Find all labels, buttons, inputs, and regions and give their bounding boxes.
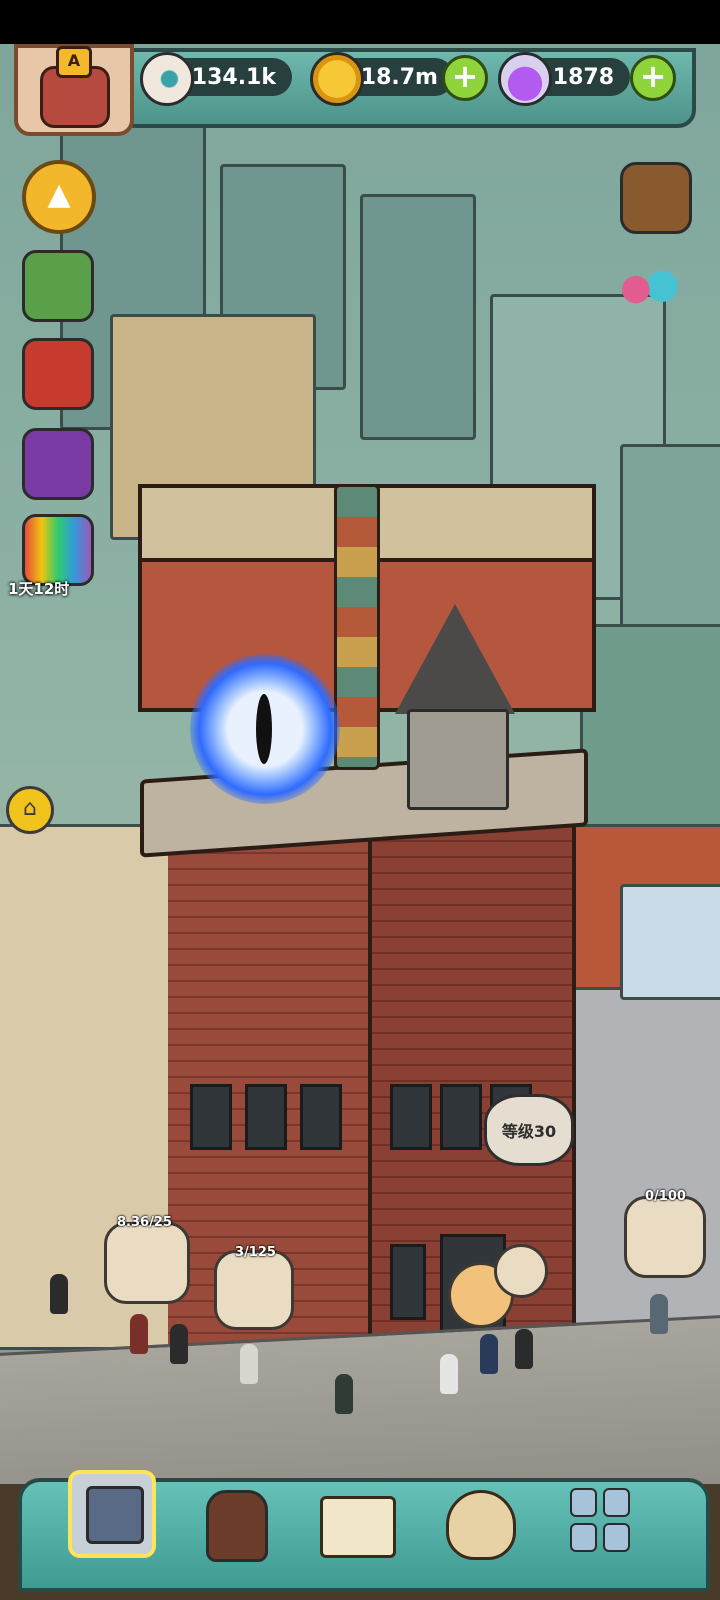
stone-hut[interactable] bbox=[395, 604, 515, 810]
coin-icon bbox=[310, 52, 364, 106]
level-bubble[interactable]: 等级30 bbox=[484, 1094, 574, 1166]
money-bag-nav-button[interactable] bbox=[440, 1480, 520, 1560]
salad-order-count: 3/125 bbox=[235, 1245, 276, 1260]
npc-character[interactable] bbox=[335, 1374, 353, 1414]
pizza-bubble[interactable] bbox=[494, 1244, 548, 1298]
npc-character[interactable] bbox=[50, 1274, 68, 1314]
gift-box-icon[interactable] bbox=[22, 250, 94, 322]
player-avatar[interactable]: A bbox=[14, 44, 134, 136]
backpack-icon[interactable] bbox=[620, 162, 692, 234]
portal-pupil bbox=[256, 694, 272, 764]
home-icon[interactable]: ⌂ bbox=[6, 786, 54, 834]
npc-character[interactable] bbox=[130, 1314, 148, 1354]
potions-value: 1878 bbox=[552, 64, 614, 90]
storage-count: 0/100 bbox=[645, 1189, 686, 1204]
potion-icon bbox=[498, 52, 552, 106]
npc-character[interactable] bbox=[240, 1344, 258, 1384]
eye-portal[interactable] bbox=[190, 654, 340, 804]
salad-order-bubble[interactable]: 3/125 bbox=[214, 1245, 294, 1330]
grid-nav-button[interactable] bbox=[560, 1482, 640, 1562]
book-icon bbox=[320, 1496, 396, 1558]
storage-bubble[interactable]: 0/100 bbox=[624, 1189, 706, 1278]
coins-value: 18.7m bbox=[360, 64, 438, 90]
hut-roof bbox=[395, 604, 515, 714]
hut-base bbox=[407, 709, 509, 810]
npc-character[interactable] bbox=[480, 1334, 498, 1374]
event-timer: 1天12时 bbox=[8, 580, 70, 598]
grid-icon bbox=[570, 1488, 630, 1552]
collapse-menu-button[interactable]: ▲ bbox=[22, 160, 96, 234]
tower-window bbox=[190, 1084, 232, 1150]
totem-mask-icon bbox=[206, 1490, 268, 1562]
tower-window bbox=[440, 1084, 482, 1150]
background-building bbox=[580, 624, 720, 830]
rainbow-gift-icon[interactable] bbox=[22, 514, 94, 586]
npc-character[interactable] bbox=[170, 1324, 188, 1364]
tower-window bbox=[390, 1084, 432, 1150]
cards-icon[interactable] bbox=[22, 428, 94, 500]
eyeballs-icon[interactable] bbox=[616, 250, 682, 316]
money-bag-icon bbox=[446, 1490, 516, 1560]
food-order-count: 8.36/25 bbox=[117, 1215, 172, 1230]
billboard bbox=[620, 884, 720, 1000]
eyeball-icon bbox=[140, 52, 194, 106]
background-building bbox=[360, 194, 476, 440]
food-order-bubble[interactable]: 8.36/25 bbox=[104, 1215, 190, 1304]
building-icon bbox=[86, 1486, 144, 1544]
totem-nav-button[interactable] bbox=[194, 1484, 274, 1564]
rank-badge: A bbox=[56, 46, 92, 78]
tower-window bbox=[390, 1244, 426, 1320]
tower-window bbox=[245, 1084, 287, 1150]
tower-window bbox=[300, 1084, 342, 1150]
npc-character[interactable] bbox=[440, 1354, 458, 1394]
building-nav-button[interactable] bbox=[68, 1470, 156, 1558]
add-coins-button[interactable]: + bbox=[442, 55, 488, 101]
book-nav-button[interactable] bbox=[316, 1484, 396, 1564]
npc-character[interactable] bbox=[515, 1329, 533, 1369]
totem-pole[interactable] bbox=[334, 484, 380, 770]
fruit-gift-icon[interactable] bbox=[22, 338, 94, 410]
game-scene[interactable] bbox=[0, 44, 720, 1600]
eyes-value: 134.1k bbox=[191, 64, 276, 90]
npc-character[interactable] bbox=[650, 1294, 668, 1334]
add-potions-button[interactable]: + bbox=[630, 55, 676, 101]
